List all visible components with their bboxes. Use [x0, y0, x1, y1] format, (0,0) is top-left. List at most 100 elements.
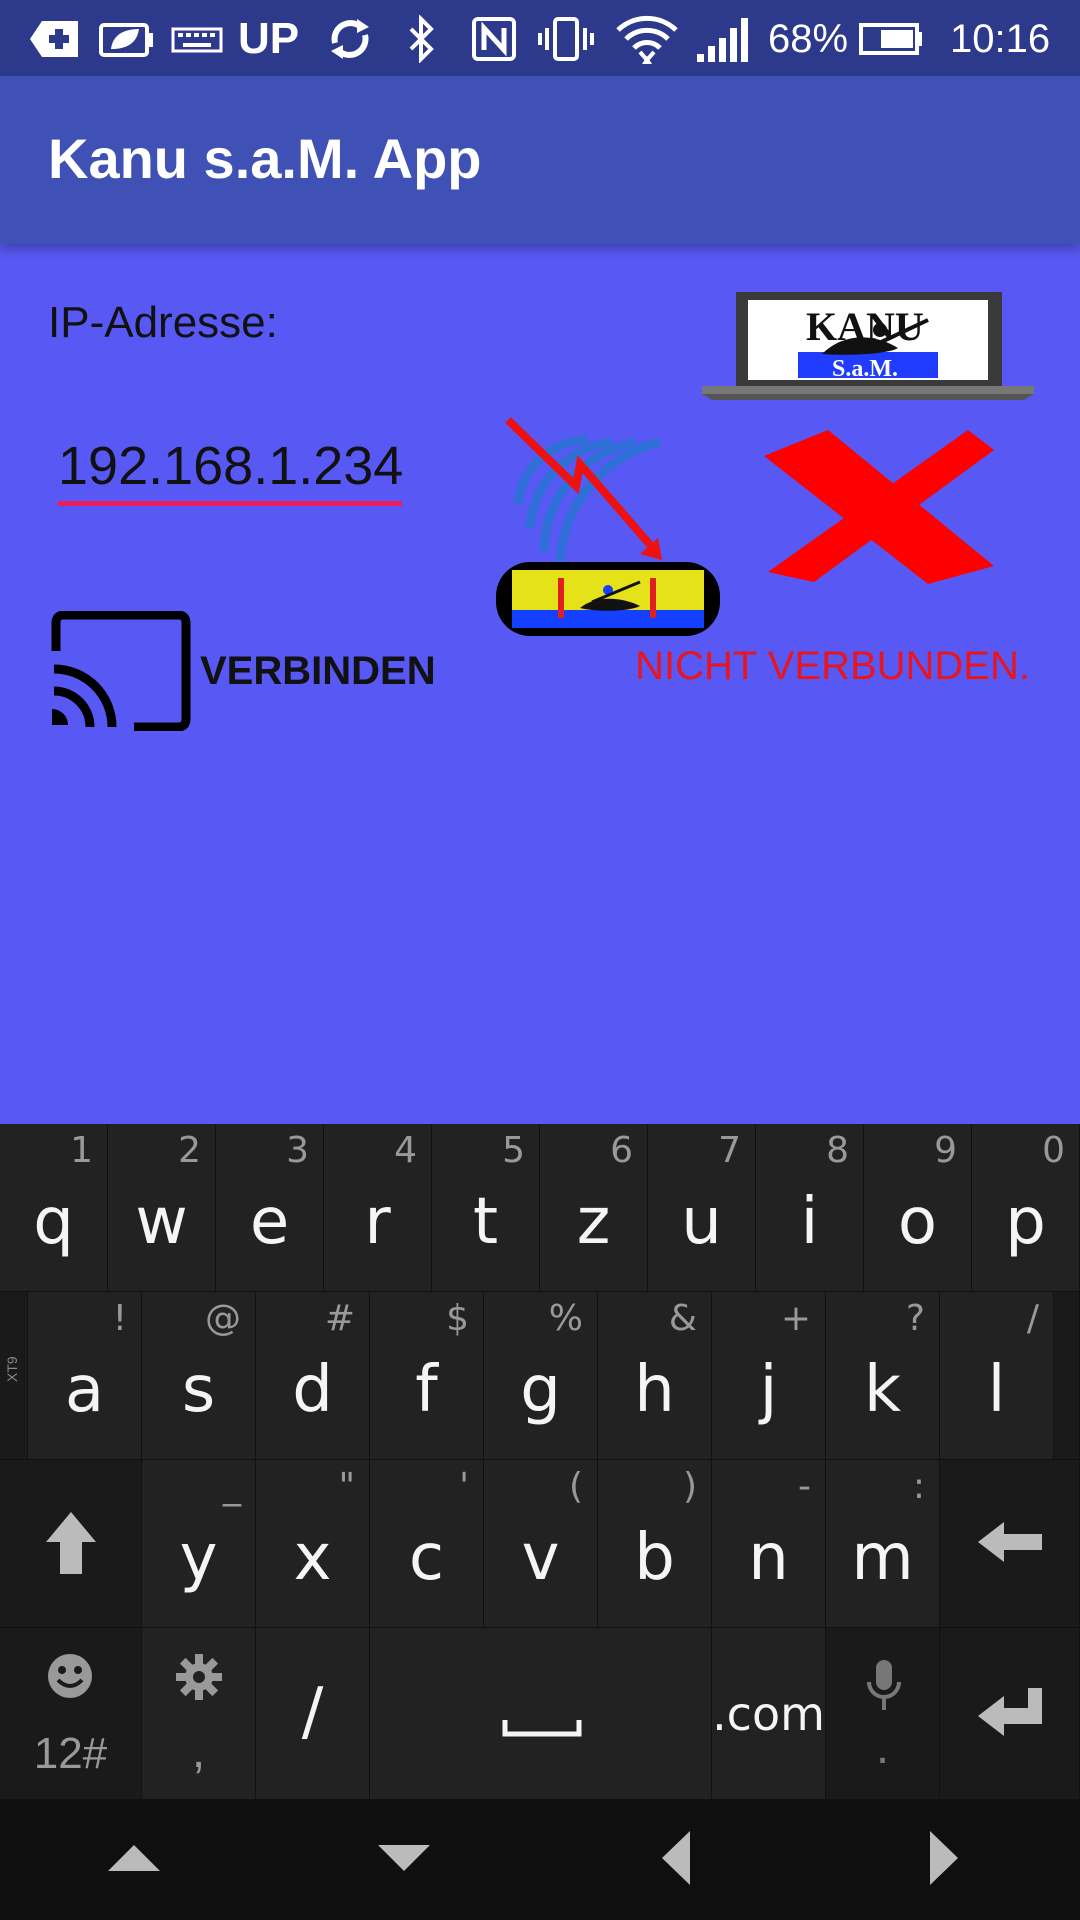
triangle-down-icon: [376, 1843, 432, 1878]
connect-button[interactable]: VERBINDEN: [48, 606, 436, 736]
key-s[interactable]: @ s: [142, 1292, 256, 1460]
key-label: q: [33, 1185, 74, 1259]
space-key[interactable]: [370, 1628, 712, 1800]
nav-down-button[interactable]: [344, 1820, 464, 1900]
key-hint: 0: [1042, 1130, 1065, 1171]
key-g[interactable]: % g: [484, 1292, 598, 1460]
main-content: IP-Adresse: KANU S.a.M.: [0, 244, 1080, 1124]
key-hint: 6: [610, 1130, 633, 1171]
key-label: h: [634, 1353, 675, 1427]
comma-label: ,: [191, 1725, 206, 1778]
key-y[interactable]: _ y: [142, 1460, 256, 1628]
key-hint: (: [568, 1466, 583, 1507]
key-hint: @: [205, 1298, 241, 1339]
key-h[interactable]: & h: [598, 1292, 712, 1460]
key-label: /: [301, 1675, 324, 1749]
disconnected-x-icon: [758, 426, 1000, 586]
bluetooth-icon: [400, 14, 444, 64]
key-w[interactable]: 2w: [108, 1124, 216, 1292]
wifi-icon: [612, 14, 682, 64]
key-hint: 4: [394, 1130, 417, 1171]
dotcom-key[interactable]: .com: [712, 1628, 826, 1800]
key-l[interactable]: / l: [940, 1292, 1054, 1460]
key-hint: ": [338, 1466, 355, 1507]
key-label: t: [472, 1185, 499, 1259]
key-k[interactable]: ? k: [826, 1292, 940, 1460]
nav-up-button[interactable]: [74, 1820, 194, 1900]
shift-arrow-icon: [44, 1510, 98, 1581]
key-p[interactable]: 0p: [972, 1124, 1080, 1292]
key-label: a: [64, 1353, 105, 1427]
key-label: y: [179, 1521, 218, 1595]
signal-icon: [694, 14, 754, 64]
key-n[interactable]: -n: [712, 1460, 826, 1628]
key-label: j: [759, 1353, 778, 1427]
settings-comma-key[interactable]: ,: [142, 1628, 256, 1800]
key-r[interactable]: 4r: [324, 1124, 432, 1292]
ip-address-label: IP-Adresse:: [48, 298, 278, 347]
logo-sam-text: S.a.M.: [832, 356, 898, 382]
microphone-icon: [866, 1658, 902, 1719]
key-slash[interactable]: /: [256, 1628, 370, 1800]
key-label: e: [249, 1185, 290, 1259]
key-label: z: [576, 1185, 611, 1259]
up-indicator: UP: [238, 14, 300, 63]
key-label: w: [135, 1185, 188, 1259]
key-j[interactable]: + j: [712, 1292, 826, 1460]
key-hint: _: [223, 1466, 241, 1507]
key-a[interactable]: ! a: [28, 1292, 142, 1460]
key-i[interactable]: 8i: [756, 1124, 864, 1292]
buoy-signal-image: [490, 402, 726, 838]
key-q[interactable]: 1q: [0, 1124, 108, 1292]
key-label: b: [634, 1521, 675, 1595]
key-hint: 1: [70, 1130, 93, 1171]
nav-left-button[interactable]: [616, 1820, 736, 1900]
key-hint: 8: [826, 1130, 849, 1171]
key-f[interactable]: $ f: [370, 1292, 484, 1460]
app-bar: Kanu s.a.M. App: [0, 76, 1080, 244]
period-label: .: [875, 1721, 890, 1774]
gear-icon: [174, 1652, 224, 1707]
key-x[interactable]: " x: [256, 1460, 370, 1628]
nav-right-button[interactable]: [884, 1820, 1004, 1900]
key-label: s: [181, 1353, 216, 1427]
space-bar-icon: [502, 1718, 582, 1743]
status-bar: UP 68% 10:16: [0, 0, 1080, 76]
key-d[interactable]: # d: [256, 1292, 370, 1460]
logo-kanu-text: KANU: [806, 304, 924, 349]
key-label: f: [415, 1353, 438, 1427]
backspace-arrow-icon: [976, 1520, 1044, 1569]
key-z[interactable]: 6z: [540, 1124, 648, 1292]
key-o[interactable]: 9o: [864, 1124, 972, 1292]
ip-address-input[interactable]: [58, 430, 402, 506]
shift-key[interactable]: [0, 1460, 142, 1628]
voice-period-key[interactable]: .: [826, 1628, 940, 1800]
key-hint: +: [780, 1298, 811, 1339]
key-u[interactable]: 7u: [648, 1124, 756, 1292]
key-label: v: [521, 1521, 560, 1595]
key-label: d: [292, 1353, 333, 1427]
key-m[interactable]: :m: [826, 1460, 940, 1628]
cast-icon: [48, 610, 194, 732]
key-label: o: [897, 1185, 938, 1259]
symbols-key[interactable]: 12#: [0, 1628, 142, 1800]
key-hint: $: [446, 1298, 469, 1339]
triangle-up-icon: [106, 1843, 162, 1878]
laptop-logo-image: KANU S.a.M.: [702, 290, 1034, 402]
key-label: p: [1005, 1185, 1046, 1259]
enter-key[interactable]: [940, 1628, 1080, 1800]
backspace-key[interactable]: [940, 1460, 1080, 1628]
key-hint: /: [1026, 1298, 1039, 1339]
key-label: k: [863, 1353, 902, 1427]
key-b[interactable]: ) b: [598, 1460, 712, 1628]
key-c[interactable]: ' c: [370, 1460, 484, 1628]
battery-percent: 68%: [768, 16, 849, 61]
key-e[interactable]: 3e: [216, 1124, 324, 1292]
key-row-spacer: [1054, 1292, 1080, 1460]
key-label: u: [681, 1185, 722, 1259]
key-v[interactable]: (v: [484, 1460, 598, 1628]
leaf-battery-saver-icon: [96, 14, 156, 64]
medical-plus-icon: [26, 14, 82, 64]
navigation-bar: [0, 1800, 1080, 1920]
key-t[interactable]: 5t: [432, 1124, 540, 1292]
